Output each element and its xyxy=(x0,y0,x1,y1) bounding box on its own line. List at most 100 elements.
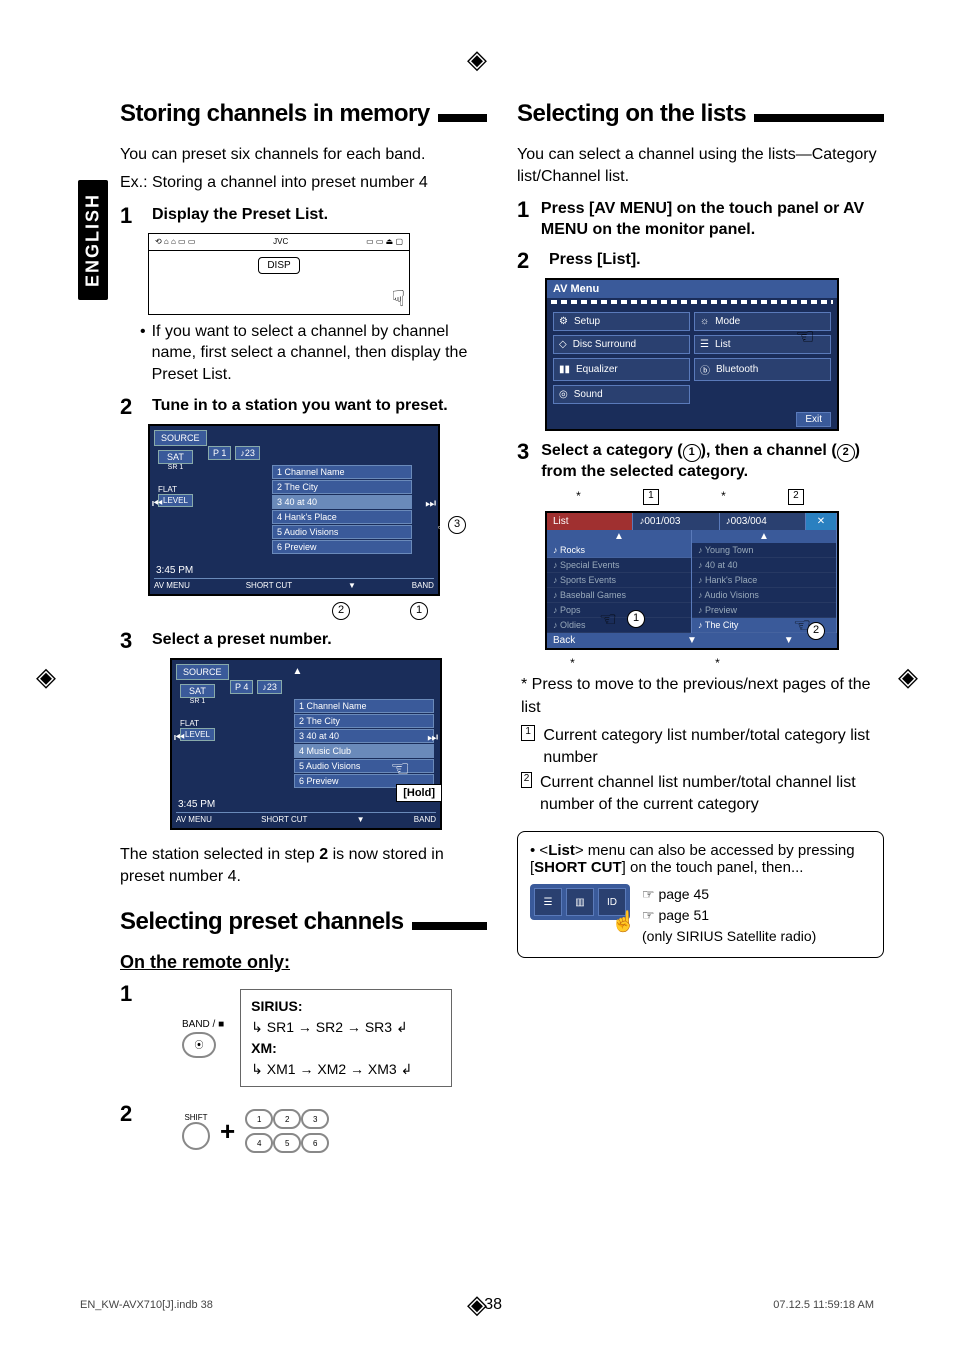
shift-label: SHIFT xyxy=(182,1113,210,1122)
preset-item-selected[interactable]: 4 Music Club xyxy=(294,744,434,758)
list-icon: ☰ xyxy=(700,339,709,350)
list-screen: List ♪001/003 ♪003/004 ✕ ▲ ▲ ♪ Rocks ♪ S… xyxy=(545,511,839,650)
preset-item[interactable]: 3 40 at 40 xyxy=(294,729,434,743)
channel-number: ♪23 xyxy=(257,680,282,694)
mode-icon: ☼ xyxy=(700,316,709,327)
up-arrow-icon[interactable]: ▲ xyxy=(293,666,303,677)
title-rule xyxy=(438,114,487,122)
shortcut-softkey[interactable]: SHORT CUT xyxy=(246,581,292,590)
equalizer-icon: ▮▮ xyxy=(559,364,570,375)
numkey-5[interactable]: 5 xyxy=(273,1133,301,1153)
band-diagram: BAND / ■ ⦿ SIRIUS: ↳ SR1 → SR2 → SR3 ↲ X… xyxy=(182,983,452,1093)
category-item[interactable]: ♪ Rocks xyxy=(547,543,691,558)
level-badge: LEVEL xyxy=(180,728,215,741)
category-item[interactable]: ♪ Special Events xyxy=(547,558,691,573)
disp-button[interactable]: DISP xyxy=(258,257,299,274)
category-count: ♪001/003 xyxy=(633,513,719,530)
sq-2-desc: Current channel list number/total channe… xyxy=(540,772,884,815)
callout-3: 3 xyxy=(448,516,466,534)
category-item[interactable]: ♪ Baseball Games xyxy=(547,588,691,603)
down-arrow-icon[interactable]: ▼ xyxy=(348,581,356,590)
preset-list: 1 Channel Name 2 The City 3 40 at 40 4 H… xyxy=(272,464,412,555)
sat-badge: SAT xyxy=(180,684,215,698)
step-text-3: Select a preset number. xyxy=(152,630,332,651)
preset-item[interactable]: 5 Audio Visions xyxy=(272,525,412,539)
shortcut-icon-2[interactable]: ▥ xyxy=(566,888,594,916)
shortcut-softkey[interactable]: SHORT CUT xyxy=(261,815,307,824)
print-crop-right-icon: ◈ xyxy=(898,662,918,693)
step-number-2: 2 xyxy=(120,396,142,418)
menu-equalizer[interactable]: ▮▮Equalizer xyxy=(553,358,690,381)
right-column: Selecting on the lists You can select a … xyxy=(517,100,884,1159)
hold-label: [Hold] xyxy=(396,784,442,802)
sq-1-desc: Current category list number/total categ… xyxy=(543,725,884,768)
sound-icon: ◎ xyxy=(559,389,568,400)
preset-item[interactable]: 2 The City xyxy=(272,480,412,494)
r-step-2-num: 2 xyxy=(517,250,539,272)
channel-item[interactable]: ♪ Young Town xyxy=(692,543,836,558)
av-menu-softkey[interactable]: AV MENU xyxy=(154,581,190,590)
preset-item[interactable]: 6 Preview xyxy=(272,540,412,554)
note-box: • <List> menu can also be accessed by pr… xyxy=(517,831,884,958)
sq-2-marker: 2 xyxy=(788,489,804,505)
next-track-icon[interactable]: ⏭ xyxy=(427,730,438,745)
prev-track-icon[interactable]: ⏮ xyxy=(152,496,163,511)
source-button[interactable]: SOURCE xyxy=(154,430,207,446)
plus-icon: + xyxy=(220,1116,235,1147)
numkey-1[interactable]: 1 xyxy=(245,1109,273,1129)
remote-step-2: 2 xyxy=(120,1103,142,1125)
level-badge: LEVEL xyxy=(158,494,193,507)
sirius-label: SIRIUS: xyxy=(251,996,441,1017)
down-arrow-icon[interactable]: ▼ xyxy=(357,815,365,824)
result-text: The station selected in step 2 is now st… xyxy=(120,844,487,889)
asterisk-note: * Press to move to the previous/next pag… xyxy=(521,674,884,719)
cat-down[interactable]: ▼ xyxy=(644,633,741,648)
bullet-note: If you want to select a channel by chann… xyxy=(140,321,487,386)
xm-label: XM: xyxy=(251,1038,441,1059)
shift-button[interactable] xyxy=(182,1122,210,1150)
callout-2: 2 xyxy=(332,602,350,620)
preset-item[interactable]: 2 The City xyxy=(294,714,434,728)
shortcut-icon-1[interactable]: ☰ xyxy=(534,888,562,916)
preset-item[interactable]: 1 Channel Name xyxy=(294,699,434,713)
page-number: 38 xyxy=(213,1296,773,1314)
av-menu-softkey[interactable]: AV MENU xyxy=(176,815,212,824)
intro-lists: You can select a channel using the lists… xyxy=(517,144,884,189)
footer-timestamp: 07.12.5 11:59:18 AM xyxy=(773,1299,874,1311)
prev-track-icon[interactable]: ⏮ xyxy=(174,730,185,745)
numkey-6[interactable]: 6 xyxy=(301,1133,329,1153)
channel-item[interactable]: ♪ Audio Visions xyxy=(692,588,836,603)
channel-item[interactable]: ♪ 40 at 40 xyxy=(692,558,836,573)
hand-pointer-icon: ☝ xyxy=(611,909,636,934)
next-track-icon[interactable]: ⏭ xyxy=(425,496,436,511)
channel-count: ♪003/004 xyxy=(720,513,806,530)
ch-up[interactable]: ▲ xyxy=(692,530,837,543)
preset-item[interactable]: 5 Audio Visions xyxy=(294,759,434,773)
back-button[interactable]: Back xyxy=(547,633,644,648)
numkey-2[interactable]: 2 xyxy=(273,1109,301,1129)
source-button[interactable]: SOURCE xyxy=(176,664,229,680)
band-button-label: BAND / ■ xyxy=(182,1019,224,1030)
preset-item-selected[interactable]: 3 40 at 40 xyxy=(272,495,412,509)
preset-item[interactable]: 4 Hank's Place xyxy=(272,510,412,524)
band-button[interactable]: ⦿ xyxy=(182,1032,216,1058)
numkey-3[interactable]: 3 xyxy=(301,1109,329,1129)
numkey-4[interactable]: 4 xyxy=(245,1133,273,1153)
page-ref-45: ☞ page 45 xyxy=(642,884,816,905)
preset-item[interactable]: 1 Channel Name xyxy=(272,465,412,479)
clock: 3:45 PM xyxy=(156,565,193,576)
menu-sound[interactable]: ◎Sound xyxy=(553,385,690,404)
band-softkey[interactable]: BAND xyxy=(414,815,436,824)
screen-preset-list: SOURCE SAT SR 1 FLAT LEVEL P 1 ♪23 1 Cha… xyxy=(148,424,440,596)
step-text-1: Display the Preset List. xyxy=(152,205,328,226)
band-softkey[interactable]: BAND xyxy=(412,581,434,590)
channel-item[interactable]: ♪ Hank's Place xyxy=(692,573,836,588)
close-button[interactable]: ✕ xyxy=(806,513,837,530)
cat-up[interactable]: ▲ xyxy=(547,530,692,543)
monitor-diagram: ⟲ ⌂ ⌂ ▭ ▭ JVC ▭ ▭ ⏏ ▢ DISP ☟ xyxy=(148,233,410,315)
menu-disc-surround[interactable]: ◇Disc Surround xyxy=(553,335,690,354)
menu-setup[interactable]: ⚙Setup xyxy=(553,312,690,331)
sq-1-marker: 1 xyxy=(643,489,659,505)
r-step-3-num: 3 xyxy=(517,441,531,463)
category-item[interactable]: ♪ Sports Events xyxy=(547,573,691,588)
